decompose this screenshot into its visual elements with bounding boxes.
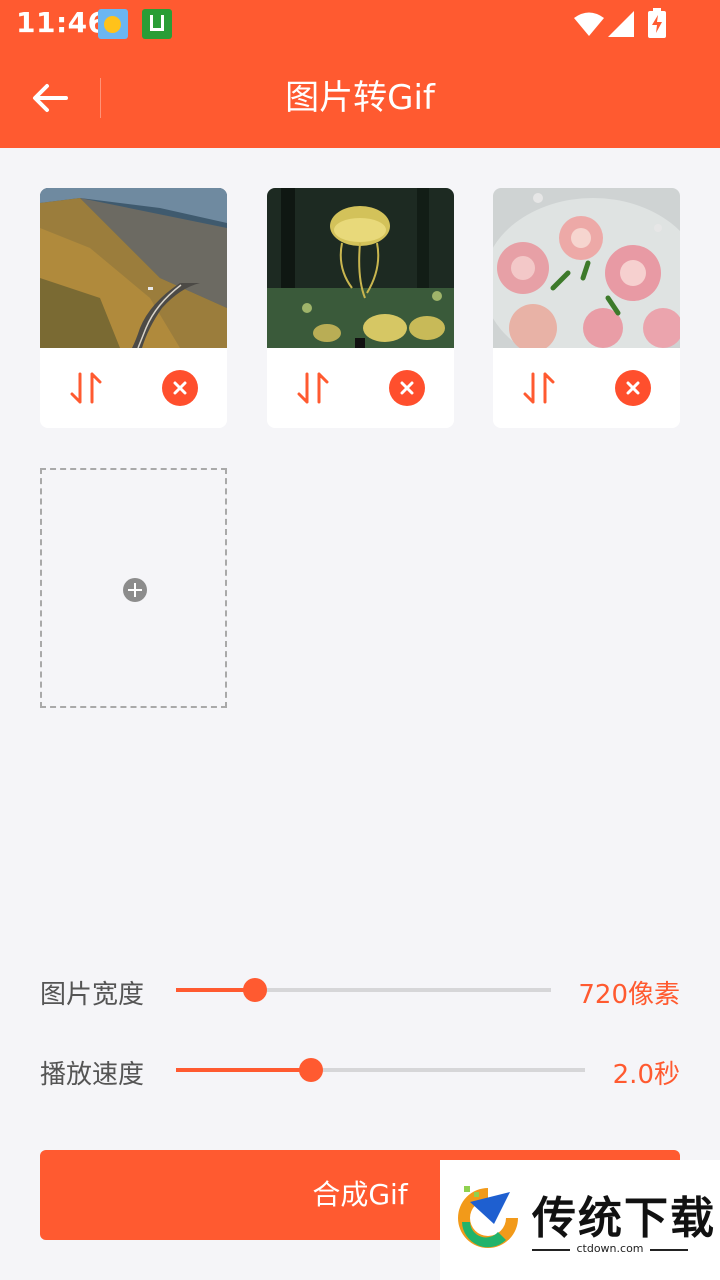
plus-circle-icon xyxy=(123,578,147,602)
watermark-logo xyxy=(458,1186,518,1248)
image-card xyxy=(40,188,227,428)
image-thumbnail-jellyfish[interactable] xyxy=(267,188,454,348)
slider-fill xyxy=(176,1068,311,1072)
width-value: 720像素 xyxy=(578,980,680,1010)
swap-order-icon[interactable] xyxy=(295,370,331,406)
speed-value: 2.0秒 xyxy=(612,1060,680,1090)
close-icon xyxy=(400,381,414,395)
image-thumbnail-mountain-road[interactable] xyxy=(40,188,227,348)
image-actions xyxy=(40,348,227,428)
watermark-brand: 传统下载 xyxy=(532,1193,716,1244)
delete-button[interactable] xyxy=(389,370,425,406)
image-actions xyxy=(267,348,454,428)
close-icon xyxy=(626,381,640,395)
delete-button[interactable] xyxy=(615,370,651,406)
slider-thumb[interactable] xyxy=(298,1058,323,1082)
swap-order-icon[interactable] xyxy=(521,370,557,406)
close-icon xyxy=(173,381,187,395)
watermark-site: ctdown.com xyxy=(532,1242,688,1255)
app-bar-divider xyxy=(100,78,101,118)
image-card xyxy=(267,188,454,428)
status-bar: 11:46 xyxy=(0,0,720,48)
watermark: 传统下载 ctdown.com xyxy=(440,1160,720,1280)
back-button[interactable] xyxy=(20,68,80,128)
image-actions xyxy=(493,348,680,428)
width-slider[interactable] xyxy=(176,978,551,1002)
app-bar: 图片转Gif xyxy=(0,48,720,148)
weather-app-icon xyxy=(98,9,128,39)
width-label: 图片宽度 xyxy=(40,980,145,1010)
speed-slider[interactable] xyxy=(176,1058,585,1082)
delete-button[interactable] xyxy=(162,370,198,406)
green-app-icon xyxy=(142,9,172,39)
battery-charging-icon xyxy=(648,8,666,38)
image-thumbnail-flowers[interactable] xyxy=(493,188,680,348)
status-time: 11:46 xyxy=(16,6,108,39)
wifi-icon xyxy=(574,12,604,36)
arrow-left-icon xyxy=(33,84,68,112)
page-title: 图片转Gif xyxy=(285,78,435,118)
image-card xyxy=(493,188,680,428)
swap-order-icon[interactable] xyxy=(68,370,104,406)
slider-thumb[interactable] xyxy=(242,978,267,1002)
signal-icon xyxy=(608,11,634,37)
speed-label: 播放速度 xyxy=(40,1060,145,1090)
add-image-button[interactable] xyxy=(40,468,227,708)
